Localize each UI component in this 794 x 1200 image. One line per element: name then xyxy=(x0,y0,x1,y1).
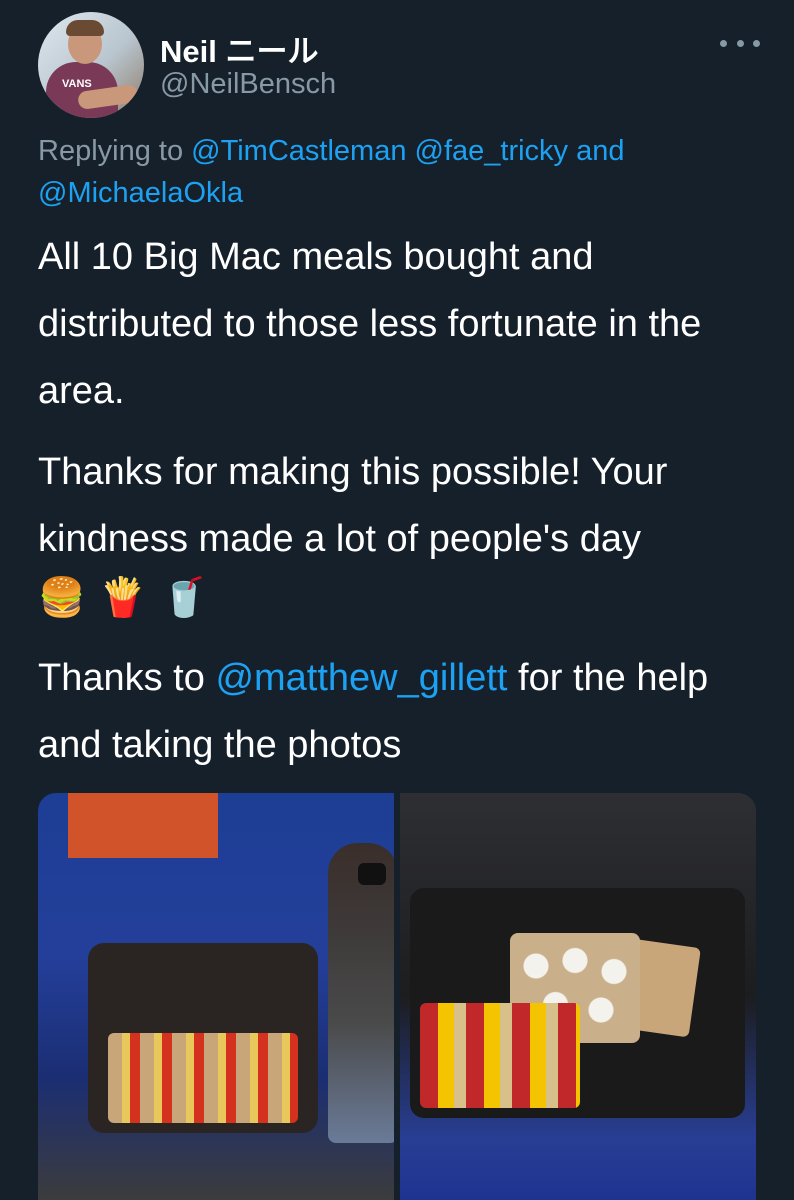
photo-car-trunk-with-person[interactable] xyxy=(38,793,394,1200)
author-name[interactable]: Neil ニール xyxy=(160,26,318,71)
reply-mention-timcastleman[interactable]: @TimCastleman xyxy=(191,135,406,167)
reply-mention-fae-tricky[interactable]: @fae_tricky xyxy=(415,135,569,167)
tweet-body: All 10 Big Mac meals bought and distribu… xyxy=(38,224,758,793)
tweet-paragraph: All 10 Big Mac meals bought and distribu… xyxy=(38,236,702,412)
meals-in-trunk xyxy=(108,1033,298,1123)
photo-trunk-closeup[interactable] xyxy=(400,793,756,1200)
more-options-icon[interactable] xyxy=(720,28,760,58)
tweet-paragraph: Thanks to @matthew_gillett for the help … xyxy=(38,645,758,779)
more-dot xyxy=(753,39,760,47)
avatar-hair xyxy=(66,20,104,36)
reply-joiner[interactable]: and xyxy=(576,135,624,167)
reply-prefix: Replying to xyxy=(38,135,184,167)
reply-mention-michaelaokla[interactable]: @MichaelaOkla xyxy=(38,177,243,209)
person xyxy=(328,843,394,1143)
avatar-shirt-logo: VANS xyxy=(62,78,92,90)
face-mask xyxy=(358,863,386,885)
avatar[interactable]: VANS xyxy=(38,12,144,118)
mention-matthew-gillett[interactable]: @matthew_gillett xyxy=(215,657,507,699)
author-handle[interactable]: @NeilBensch xyxy=(160,68,336,101)
fries-emoji: 🍟 xyxy=(99,577,147,619)
tweet-paragraph: Thanks for making this possible! Your ki… xyxy=(38,451,668,560)
thanks-prefix: Thanks to xyxy=(38,657,205,699)
drink-emoji: 🥤 xyxy=(160,577,208,619)
reply-context: Replying to @TimCastleman @fae_tricky an… xyxy=(38,130,758,214)
emoji-row: 🍔 🍟 🥤 xyxy=(38,573,758,623)
more-dot xyxy=(720,39,727,47)
burger-emoji: 🍔 xyxy=(38,577,86,619)
background-shed xyxy=(68,793,218,858)
fries-and-burgers xyxy=(420,1003,580,1108)
media-grid xyxy=(38,793,756,1200)
more-dot xyxy=(736,39,744,47)
